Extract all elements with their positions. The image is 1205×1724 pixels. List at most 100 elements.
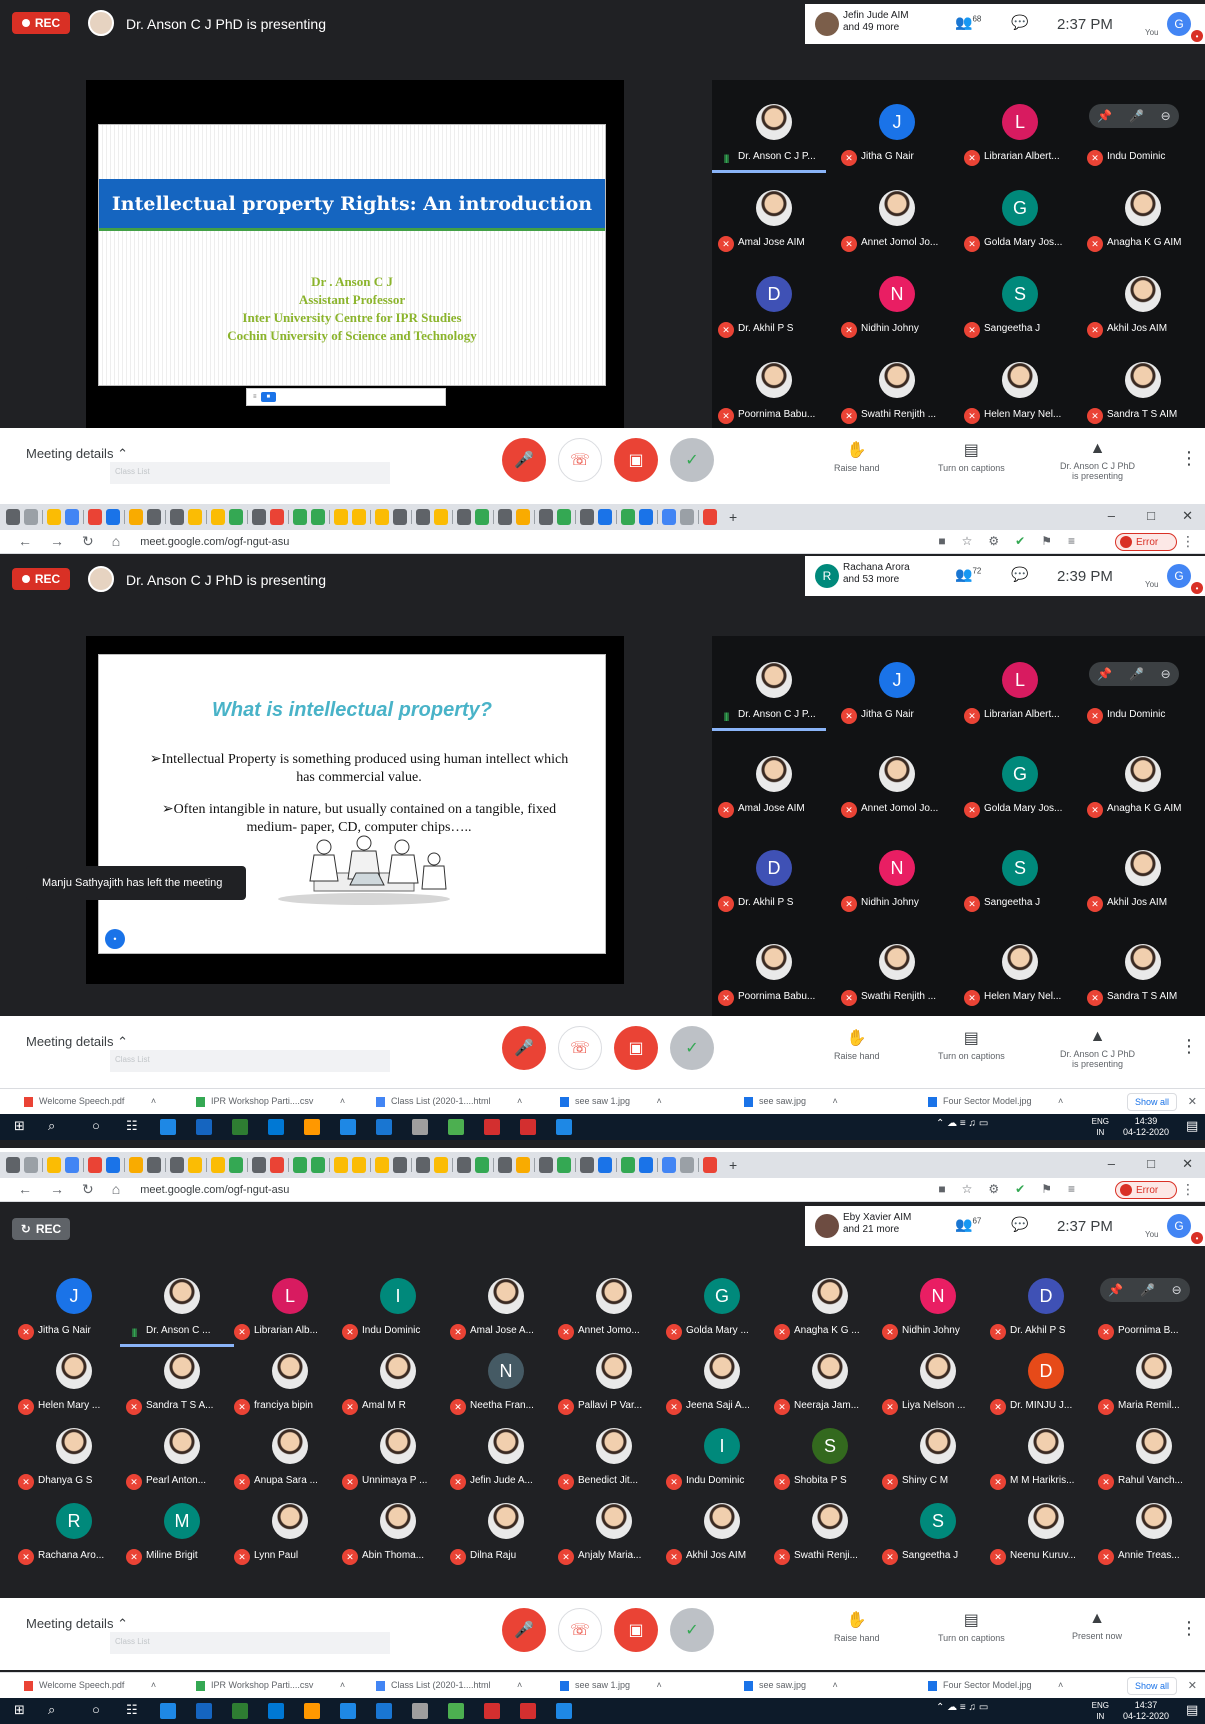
browser-tab-icon[interactable] xyxy=(252,509,266,525)
browser-tab-icon[interactable] xyxy=(270,509,284,525)
participant-tile[interactable]: ✕ Jeena Saji A... xyxy=(660,1341,784,1421)
participant-tile[interactable]: ✕ franciya bipin xyxy=(228,1341,352,1421)
browser-tab-icon[interactable] xyxy=(703,1157,717,1173)
browser-tab-icon[interactable] xyxy=(106,509,120,525)
participant-tile[interactable]: ✕ Annet Jomol Jo... xyxy=(835,178,959,258)
browser-tab-icon[interactable] xyxy=(129,509,143,525)
participant-tile[interactable]: ✕ Helen Mary ... xyxy=(12,1341,136,1421)
browser-tab-icon[interactable] xyxy=(621,1157,635,1173)
participant-tile[interactable]: S ✕ Sangeetha J xyxy=(876,1491,1000,1571)
chevron-up-icon[interactable]: ˄ xyxy=(337,1096,345,1106)
browser-tab-icon[interactable] xyxy=(639,509,653,525)
browser-tab-icon[interactable] xyxy=(252,1157,266,1173)
download-item[interactable]: Class List (2020-1....html ˄ xyxy=(376,1096,522,1107)
check-button[interactable]: ✓ xyxy=(670,1608,714,1652)
browser-tab-icon[interactable] xyxy=(516,509,530,525)
show-all-button[interactable]: Show all xyxy=(1127,1677,1177,1695)
checkmark-extension-icon[interactable]: ✔ xyxy=(1015,534,1025,548)
url-text[interactable]: meet.google.com/ogf-ngut-asu xyxy=(140,536,289,548)
participant-tile[interactable]: D ✕ Dr. MINJU J... xyxy=(984,1341,1108,1421)
check-button[interactable]: ✓ xyxy=(670,438,714,482)
participant-tile[interactable]: ✕ M M Harikris... xyxy=(984,1416,1108,1496)
participant-tile[interactable]: ✕ Abin Thoma... xyxy=(336,1491,460,1571)
system-tray-icons[interactable]: ⌃ ☁ ≡ ♫ ▭ xyxy=(936,1702,988,1713)
participant-tile[interactable]: ✕ Sandra T S AIM xyxy=(1081,932,1205,1012)
participant-tile[interactable]: 📌 🎤 ⊖ ✕ Indu Dominic xyxy=(1081,650,1205,730)
chevron-up-icon[interactable]: ˄ xyxy=(1056,1096,1063,1106)
taskbar-app-icon[interactable] xyxy=(268,1119,284,1135)
taskbar-app-icon[interactable] xyxy=(556,1703,572,1719)
browser-tab-icon[interactable] xyxy=(229,1157,243,1173)
browser-tab-icon[interactable] xyxy=(170,509,184,525)
browser-tab-icon[interactable] xyxy=(188,509,202,525)
joiner-notice[interactable]: Jefin Jude AIM and 49 more xyxy=(843,10,909,34)
people-button[interactable]: 👥72 xyxy=(955,566,981,583)
browser-tab-icon[interactable] xyxy=(416,509,430,525)
participant-tile[interactable]: ✕ Amal Jose A... xyxy=(444,1266,568,1346)
participant-tile[interactable]: 📌 🎤 ⊖ ✕ Indu Dominic xyxy=(1081,92,1205,172)
browser-tab-icon[interactable] xyxy=(188,1157,202,1173)
browser-tab-icon[interactable] xyxy=(311,1157,325,1173)
browser-tab-icon[interactable] xyxy=(65,509,79,525)
browser-tab-icon[interactable] xyxy=(580,509,594,525)
participant-tile[interactable]: ✕ Poornima Babu... xyxy=(712,350,836,430)
chevron-up-icon[interactable]: ˄ xyxy=(830,1680,838,1690)
browser-tab-icon[interactable] xyxy=(498,509,512,525)
camera-indicator-icon[interactable]: ■ xyxy=(938,1182,945,1196)
participant-tile[interactable]: J ✕ Jitha G Nair xyxy=(835,92,959,172)
download-item[interactable]: see saw.jpg ˄ xyxy=(744,1680,838,1691)
maximize-icon[interactable]: □ xyxy=(1147,508,1155,523)
forward-icon[interactable]: → xyxy=(50,1181,64,1198)
browser-tab-icon[interactable] xyxy=(475,1157,489,1173)
meeting-details-button[interactable]: Meeting details ⌃ xyxy=(26,1034,128,1050)
camera-off-button[interactable]: ▣ xyxy=(614,1026,658,1070)
chevron-up-icon[interactable]: ˄ xyxy=(830,1096,838,1106)
browser-tab-icon[interactable] xyxy=(457,509,471,525)
forward-icon[interactable]: → xyxy=(50,533,64,550)
participant-tile[interactable]: ✕ Anagha K G AIM xyxy=(1081,178,1205,258)
browser-tab-icon[interactable] xyxy=(680,509,694,525)
meeting-details-button[interactable]: Meeting details ⌃ xyxy=(26,1616,128,1632)
people-button[interactable]: 👥67 xyxy=(955,1216,981,1233)
joiner-notice[interactable]: Rachana Arora and 53 more xyxy=(843,562,910,586)
participant-tile[interactable]: ✕ Neenu Kuruv... xyxy=(984,1491,1108,1571)
chevron-up-icon[interactable]: ˄ xyxy=(654,1096,662,1106)
camera-off-button[interactable]: ▣ xyxy=(614,1608,658,1652)
participant-tile[interactable]: ✕ Benedict Jit... xyxy=(552,1416,676,1496)
browser-menu-icon[interactable]: ⋮ xyxy=(1181,1181,1195,1198)
participant-tile[interactable]: S ✕ Sangeetha J xyxy=(958,838,1082,918)
browser-tab-icon[interactable] xyxy=(557,509,571,525)
back-icon[interactable]: ← xyxy=(18,1181,32,1198)
windows-start-icon[interactable]: ⊞ xyxy=(14,1118,25,1134)
mic-off-button[interactable]: 🎤 xyxy=(502,438,546,482)
back-icon[interactable]: ← xyxy=(18,533,32,550)
browser-tab-icon[interactable] xyxy=(680,1157,694,1173)
notifications-icon[interactable]: ▤ xyxy=(1186,1702,1198,1718)
participant-tile[interactable]: ✕ Helen Mary Nel... xyxy=(958,932,1082,1012)
browser-menu-icon[interactable]: ⋮ xyxy=(1181,533,1195,550)
download-item[interactable]: see saw 1.jpg ˄ xyxy=(560,1680,662,1691)
taskbar-app-icon[interactable] xyxy=(376,1703,392,1719)
present-now-button[interactable]: ▲ Present now xyxy=(1072,1610,1122,1641)
taskbar-app-icon[interactable] xyxy=(412,1119,428,1135)
taskbar-app-icon[interactable] xyxy=(304,1119,320,1135)
language-indicator[interactable]: ENG IN xyxy=(1092,1116,1109,1138)
participant-tile[interactable]: ✕ Pearl Anton... xyxy=(120,1416,244,1496)
show-all-button[interactable]: Show all xyxy=(1127,1093,1177,1111)
browser-tab-icon[interactable] xyxy=(475,509,489,525)
browser-tab-icon[interactable] xyxy=(352,1157,366,1173)
taskbar-app-icon[interactable] xyxy=(484,1703,500,1719)
more-options-icon[interactable]: ⋮ xyxy=(1180,1036,1198,1057)
star-icon[interactable]: ☆ xyxy=(962,534,973,548)
home-icon[interactable]: ⌂ xyxy=(112,533,120,550)
download-item[interactable]: IPR Workshop Parti....csv ˄ xyxy=(196,1096,345,1107)
participant-tile[interactable]: G ✕ Golda Mary Jos... xyxy=(958,178,1082,258)
camera-off-button[interactable]: ▣ xyxy=(614,438,658,482)
browser-tab-icon[interactable] xyxy=(47,1157,61,1173)
participant-tile[interactable]: ✕ Jefin Jude A... xyxy=(444,1416,568,1496)
taskbar-app-icon[interactable] xyxy=(520,1119,536,1135)
people-button[interactable]: 👥68 xyxy=(955,14,981,31)
taskbar-app-icon[interactable] xyxy=(232,1119,248,1135)
mute-participant-icon[interactable]: 🎤 xyxy=(1129,109,1144,123)
close-downloads-icon[interactable]: ✕ xyxy=(1188,1095,1197,1108)
